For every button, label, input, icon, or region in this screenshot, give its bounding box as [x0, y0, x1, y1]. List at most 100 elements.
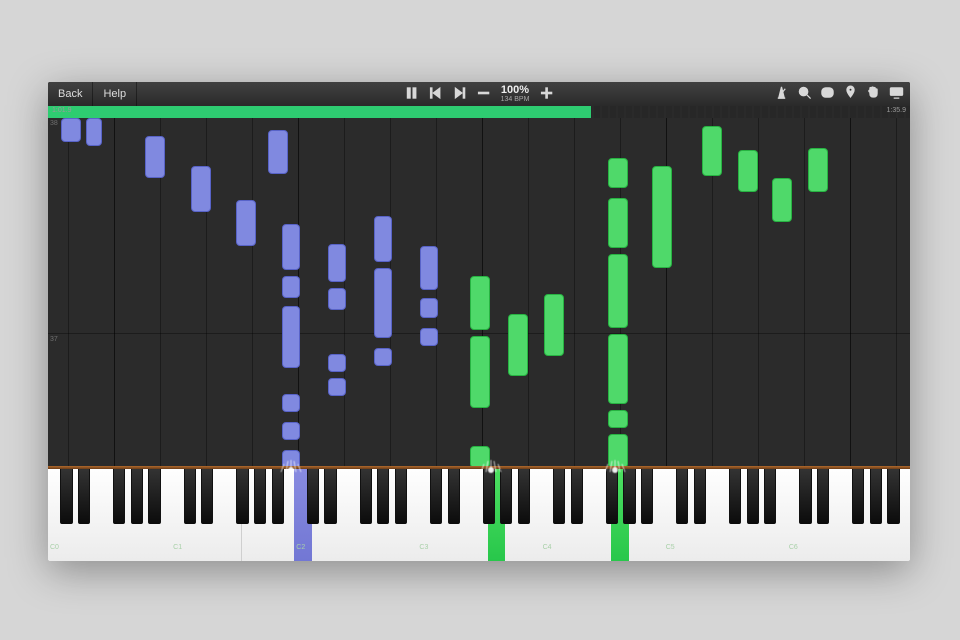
black-key[interactable] [148, 469, 160, 524]
black-key[interactable] [60, 469, 72, 524]
back-button[interactable]: Back [48, 82, 93, 106]
note-green [608, 410, 628, 428]
note-blue [191, 166, 211, 212]
black-key[interactable] [131, 469, 143, 524]
black-key[interactable] [500, 469, 512, 524]
pause-icon[interactable] [405, 86, 419, 103]
black-key[interactable] [201, 469, 213, 524]
note-blue [328, 244, 346, 282]
note-blue [374, 268, 392, 338]
black-key[interactable] [360, 469, 372, 524]
black-key[interactable] [623, 469, 635, 524]
black-key[interactable] [641, 469, 653, 524]
note-blue [420, 328, 438, 346]
black-key[interactable] [729, 469, 741, 524]
note-green [608, 158, 628, 188]
octave-label: C2 [296, 544, 305, 551]
loop-icon[interactable] [820, 85, 835, 103]
note-blue [328, 354, 346, 372]
black-key[interactable] [78, 469, 90, 524]
black-key[interactable] [430, 469, 442, 524]
black-key[interactable] [448, 469, 460, 524]
note-green [702, 126, 722, 176]
time-total: 1:35.9 [887, 107, 906, 114]
black-key[interactable] [764, 469, 776, 524]
next-icon[interactable] [453, 86, 467, 103]
black-key[interactable] [395, 469, 407, 524]
note-green [470, 276, 490, 330]
progress-fill [48, 106, 591, 118]
note-green [608, 334, 628, 404]
note-blue [61, 118, 81, 142]
note-blue [282, 306, 300, 368]
hands-icon[interactable] [866, 85, 881, 103]
note-green [608, 254, 628, 328]
help-button[interactable]: Help [93, 82, 137, 106]
octave-label: C0 [50, 544, 59, 551]
black-key[interactable] [483, 469, 495, 524]
black-key[interactable] [236, 469, 248, 524]
black-key[interactable] [799, 469, 811, 524]
note-green [772, 178, 792, 222]
note-green [608, 198, 628, 248]
zoom-icon[interactable] [797, 85, 812, 103]
note-blue [282, 224, 300, 270]
octave-label: C6 [789, 544, 798, 551]
black-key[interactable] [817, 469, 829, 524]
note-green [544, 294, 564, 356]
prev-icon[interactable] [429, 86, 443, 103]
octave-label: C3 [419, 544, 428, 551]
display-icon[interactable] [889, 85, 904, 103]
black-key[interactable] [553, 469, 565, 524]
note-blue [282, 450, 300, 466]
black-key[interactable] [518, 469, 530, 524]
black-key[interactable] [870, 469, 882, 524]
row-label-top: 38 [50, 120, 58, 127]
note-blue [282, 422, 300, 440]
plus-icon[interactable] [539, 86, 553, 103]
note-green [470, 446, 490, 466]
note-green [808, 148, 828, 192]
app-window: Back Help 100% 134 BPM 1:01.9 1:35.9 [48, 82, 910, 561]
black-key[interactable] [184, 469, 196, 524]
marker-icon[interactable] [843, 85, 858, 103]
toolbar-right [774, 85, 904, 103]
black-key[interactable] [254, 469, 266, 524]
black-key[interactable] [606, 469, 618, 524]
note-blue [282, 394, 300, 412]
note-blue [420, 246, 438, 290]
octave-label: C5 [666, 544, 675, 551]
octave-label: C4 [543, 544, 552, 551]
time-elapsed: 1:01.9 [52, 107, 71, 114]
minus-icon[interactable] [477, 86, 491, 103]
note-green [738, 150, 758, 192]
note-blue [374, 216, 392, 262]
speed-display[interactable]: 100% 134 BPM [501, 85, 530, 103]
black-key[interactable] [852, 469, 864, 524]
note-green [652, 166, 672, 268]
note-blue [374, 348, 392, 366]
black-key[interactable] [694, 469, 706, 524]
black-key[interactable] [307, 469, 319, 524]
black-key[interactable] [747, 469, 759, 524]
black-key[interactable] [887, 469, 899, 524]
black-key[interactable] [272, 469, 284, 524]
metronome-icon[interactable] [774, 85, 789, 103]
black-key[interactable] [571, 469, 583, 524]
note-blue [236, 200, 256, 246]
speed-bpm: 134 BPM [501, 96, 530, 103]
speed-pct: 100% [501, 85, 529, 96]
playback-controls: 100% 134 BPM [405, 85, 554, 103]
note-blue [420, 298, 438, 318]
notefall: 38 37 [48, 118, 910, 466]
note-blue [282, 276, 300, 298]
progress-bar[interactable] [48, 106, 910, 118]
black-key[interactable] [377, 469, 389, 524]
note-blue [328, 378, 346, 396]
black-key[interactable] [676, 469, 688, 524]
black-key[interactable] [113, 469, 125, 524]
note-green [470, 336, 490, 408]
black-key[interactable] [324, 469, 336, 524]
note-blue [145, 136, 165, 178]
keyboard[interactable]: C0C1C2C3C4C5C6 [48, 466, 910, 561]
